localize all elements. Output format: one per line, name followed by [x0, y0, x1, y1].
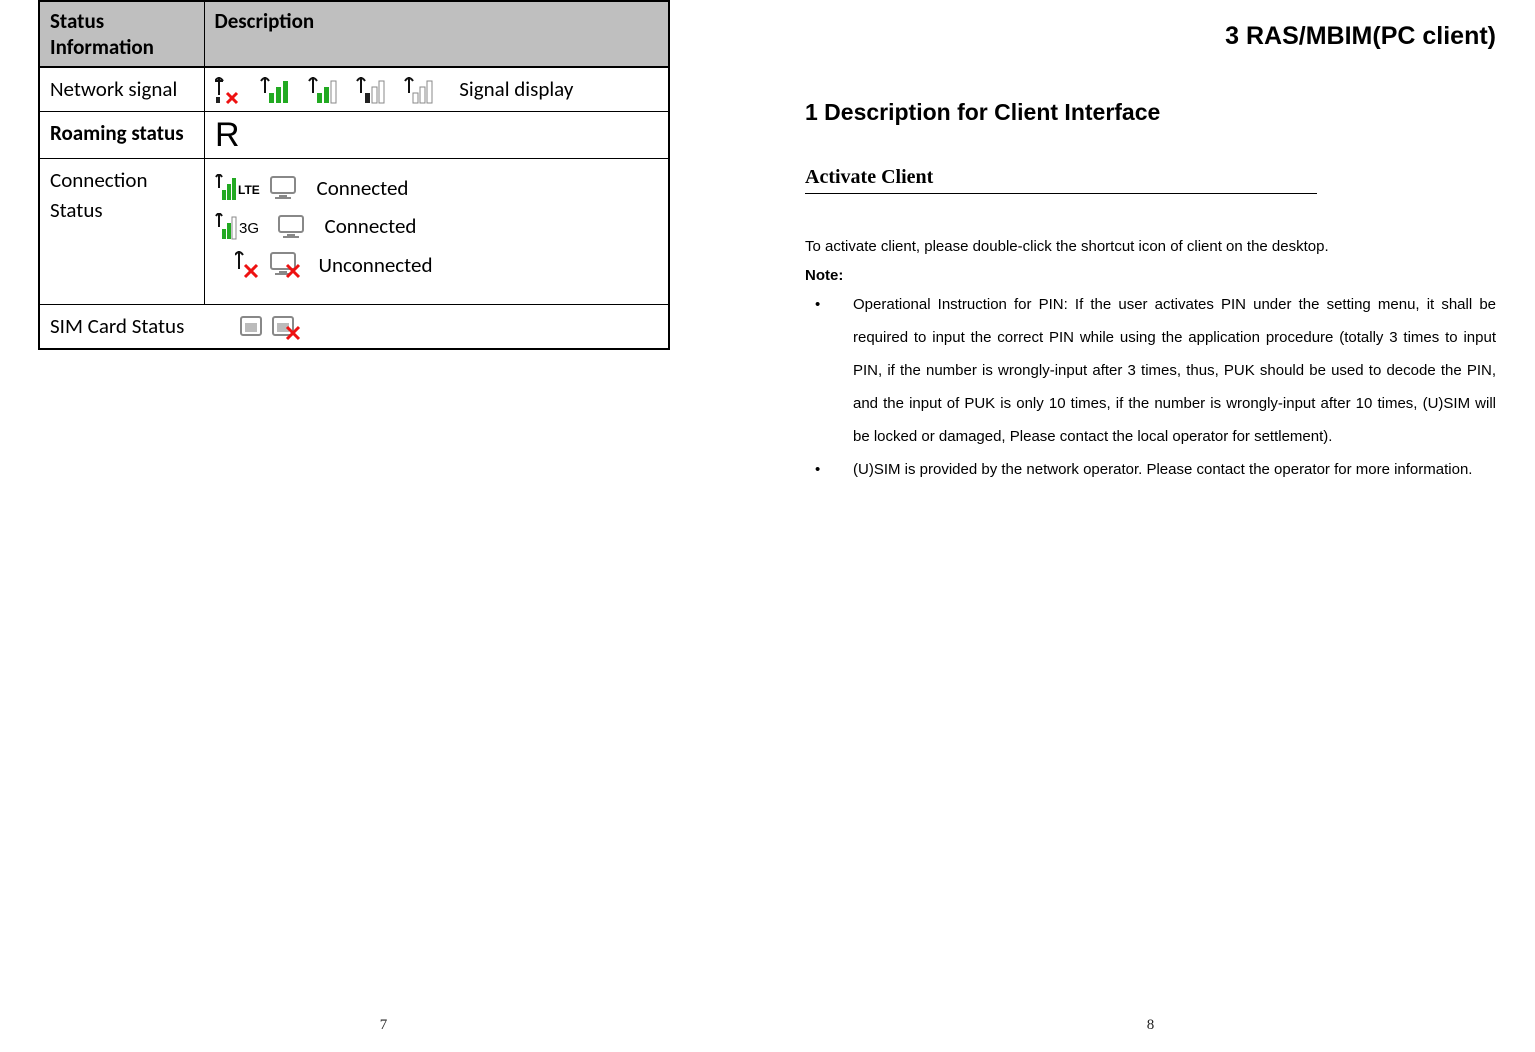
- activate-body-text: To activate client, please double-click …: [805, 230, 1496, 263]
- signal-display-text: Signal display: [459, 76, 573, 102]
- signal-x-icon: [235, 251, 261, 279]
- status-table: Status Information Description Network s…: [38, 0, 670, 350]
- row-label-network-signal: Network signal: [39, 67, 204, 111]
- row-desc-roaming: R: [204, 111, 669, 158]
- page-number-left: 7: [380, 1017, 388, 1034]
- signal-no-icon: [215, 77, 241, 105]
- signal-full-green-icon: [259, 77, 289, 105]
- unconnected-text: Unconnected: [319, 250, 433, 280]
- table-row: SIM Card Status: [39, 305, 669, 349]
- list-item: Operational Instruction for PIN: If the …: [805, 288, 1496, 453]
- connected-lte-text: Connected: [317, 173, 409, 203]
- row-label-sim: SIM Card Status: [50, 313, 184, 339]
- note-label: Note:: [805, 267, 1496, 284]
- computer-x-icon: [269, 251, 301, 279]
- list-item: (U)SIM is provided by the network operat…: [805, 453, 1496, 486]
- svg-text:3G: 3G: [239, 220, 259, 237]
- signal-min-icon: [403, 77, 433, 105]
- table-row: Network signal: [39, 67, 669, 111]
- table-header-status: Status Information: [39, 1, 204, 67]
- computer-ok-icon: [277, 214, 307, 240]
- roaming-r-icon: R: [215, 118, 243, 152]
- note-bullet-list: Operational Instruction for PIN: If the …: [805, 288, 1496, 486]
- section-heading: 1 Description for Client Interface: [805, 99, 1496, 126]
- row-label-connection: Connection Status: [39, 158, 204, 304]
- computer-ok-icon: [269, 175, 299, 201]
- table-row: Connection Status LTE: [39, 158, 669, 304]
- chapter-title: 3 RAS/MBIM(PC client): [805, 22, 1496, 51]
- signal-3g-icon: 3G: [215, 213, 269, 241]
- svg-text:R: R: [215, 118, 240, 152]
- page-number-right: 8: [1147, 1017, 1155, 1034]
- table-row: Roaming status R: [39, 111, 669, 158]
- table-header-description: Description: [204, 1, 669, 67]
- signal-low-icon: [355, 77, 385, 105]
- sim-ok-icon: [239, 315, 265, 339]
- subsection-heading: Activate Client: [805, 166, 1317, 194]
- signal-lte-icon: LTE: [215, 174, 261, 202]
- svg-text:LTE: LTE: [238, 183, 260, 197]
- page-left: Status Information Description Network s…: [0, 0, 767, 1052]
- page-right: 3 RAS/MBIM(PC client) 1 Description for …: [767, 0, 1534, 1052]
- sim-x-icon: [271, 315, 301, 341]
- signal-med-green-icon: [307, 77, 337, 105]
- connected-3g-text: Connected: [325, 211, 417, 241]
- row-desc-network-signal: Signal display: [204, 67, 669, 111]
- row-label-roaming: Roaming status: [39, 111, 204, 158]
- row-desc-connection: LTE Connected: [204, 158, 669, 304]
